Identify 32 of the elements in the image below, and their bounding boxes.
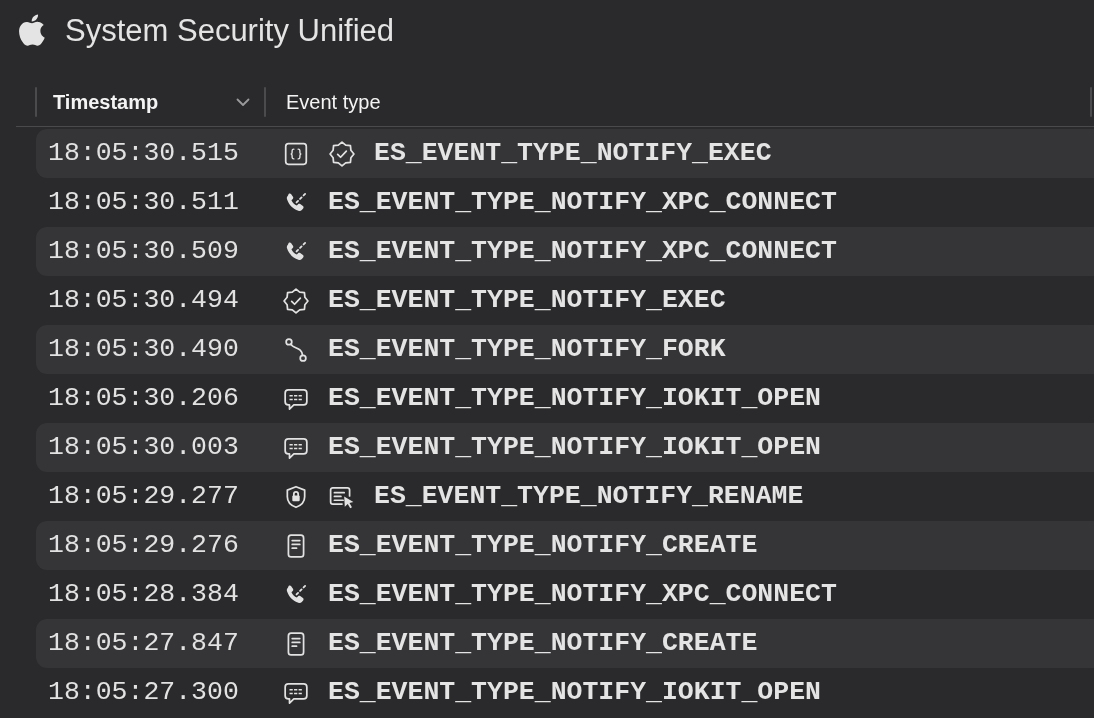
event-type-text: ES_EVENT_TYPE_NOTIFY_CREATE [328,630,758,657]
timestamp-text: 18:05:28.384 [48,581,240,608]
event-type-text: ES_EVENT_TYPE_NOTIFY_XPC_CONNECT [328,189,837,216]
badge-check-icon [283,287,309,314]
event-type-text: ES_EVENT_TYPE_NOTIFY_IOKIT_OPEN [328,385,821,412]
timestamp-text: 18:05:29.276 [48,532,240,559]
event-type-text: ES_EVENT_TYPE_NOTIFY_FORK [328,336,726,363]
column-header[interactable]: Timestamp [37,82,264,122]
timestamp-text: 18:05:30.003 [48,434,240,461]
event-type-text: ES_EVENT_TYPE_NOTIFY_RENAME [374,483,804,510]
event-type-text: ES_EVENT_TYPE_NOTIFY_CREATE [328,532,758,559]
event-type-text: ES_EVENT_TYPE_NOTIFY_XPC_CONNECT [328,238,837,265]
timestamp-text: 18:05:30.511 [48,189,240,216]
badge-check-icon [329,140,355,167]
timestamp-text: 18:05:30.515 [48,140,240,167]
event-type-text: ES_EVENT_TYPE_NOTIFY_EXEC [328,287,726,314]
event-type-text: ES_EVENT_TYPE_NOTIFY_IOKIT_OPEN [328,434,821,461]
timestamp-text: 18:05:27.300 [48,679,240,706]
timestamp-text: 18:05:30.490 [48,336,240,363]
branch-icon [283,336,309,363]
event-type-text: ES_EVENT_TYPE_NOTIFY_XPC_CONNECT [328,581,837,608]
event-type-text: ES_EVENT_TYPE_NOTIFY_EXEC [374,140,772,167]
timestamp-text: 18:05:30.206 [48,385,240,412]
chevron-down-icon [236,97,250,107]
timestamp-text: 18:05:30.509 [48,238,240,265]
apple-icon [18,14,46,46]
timestamp-text: 18:05:30.494 [48,287,240,314]
event-type-text: ES_EVENT_TYPE_NOTIFY_IOKIT_OPEN [328,679,821,706]
timestamp-text: 18:05:27.847 [48,630,240,657]
column-header[interactable]: Event type [266,82,1090,122]
window-title: System Security Unified [65,14,395,46]
timestamp-text: 18:05:29.277 [48,483,240,510]
